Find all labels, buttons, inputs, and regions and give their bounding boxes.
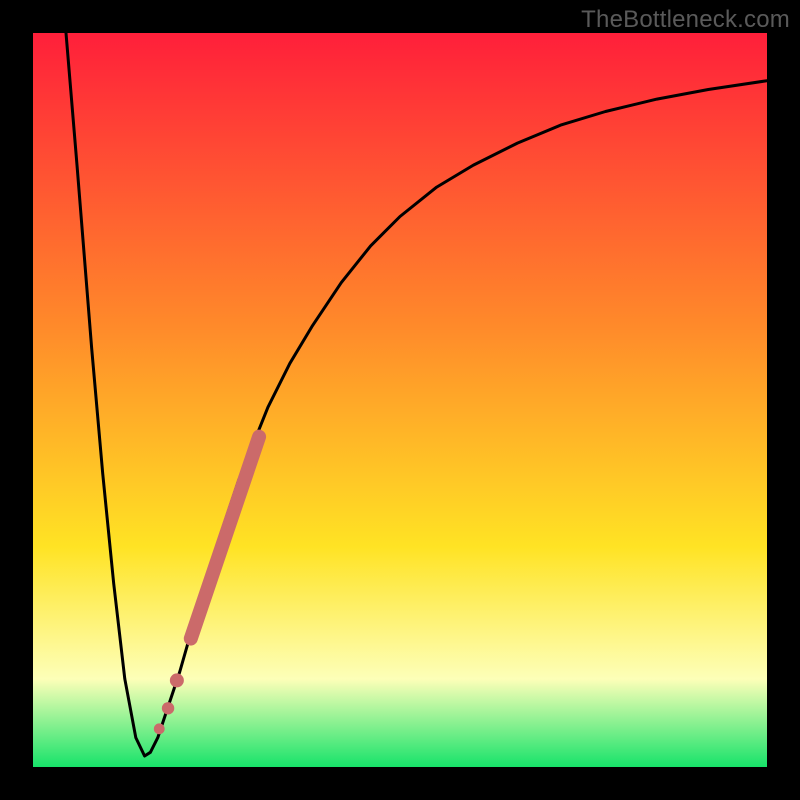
marker-dot [154,723,165,734]
watermark-text: TheBottleneck.com [581,6,790,34]
chart-plot-area [33,33,767,767]
chart-svg [33,33,767,767]
outer-frame: TheBottleneck.com [0,0,800,800]
marker-dot [162,702,174,714]
marker-dot [170,673,184,687]
gradient-background [33,33,767,767]
